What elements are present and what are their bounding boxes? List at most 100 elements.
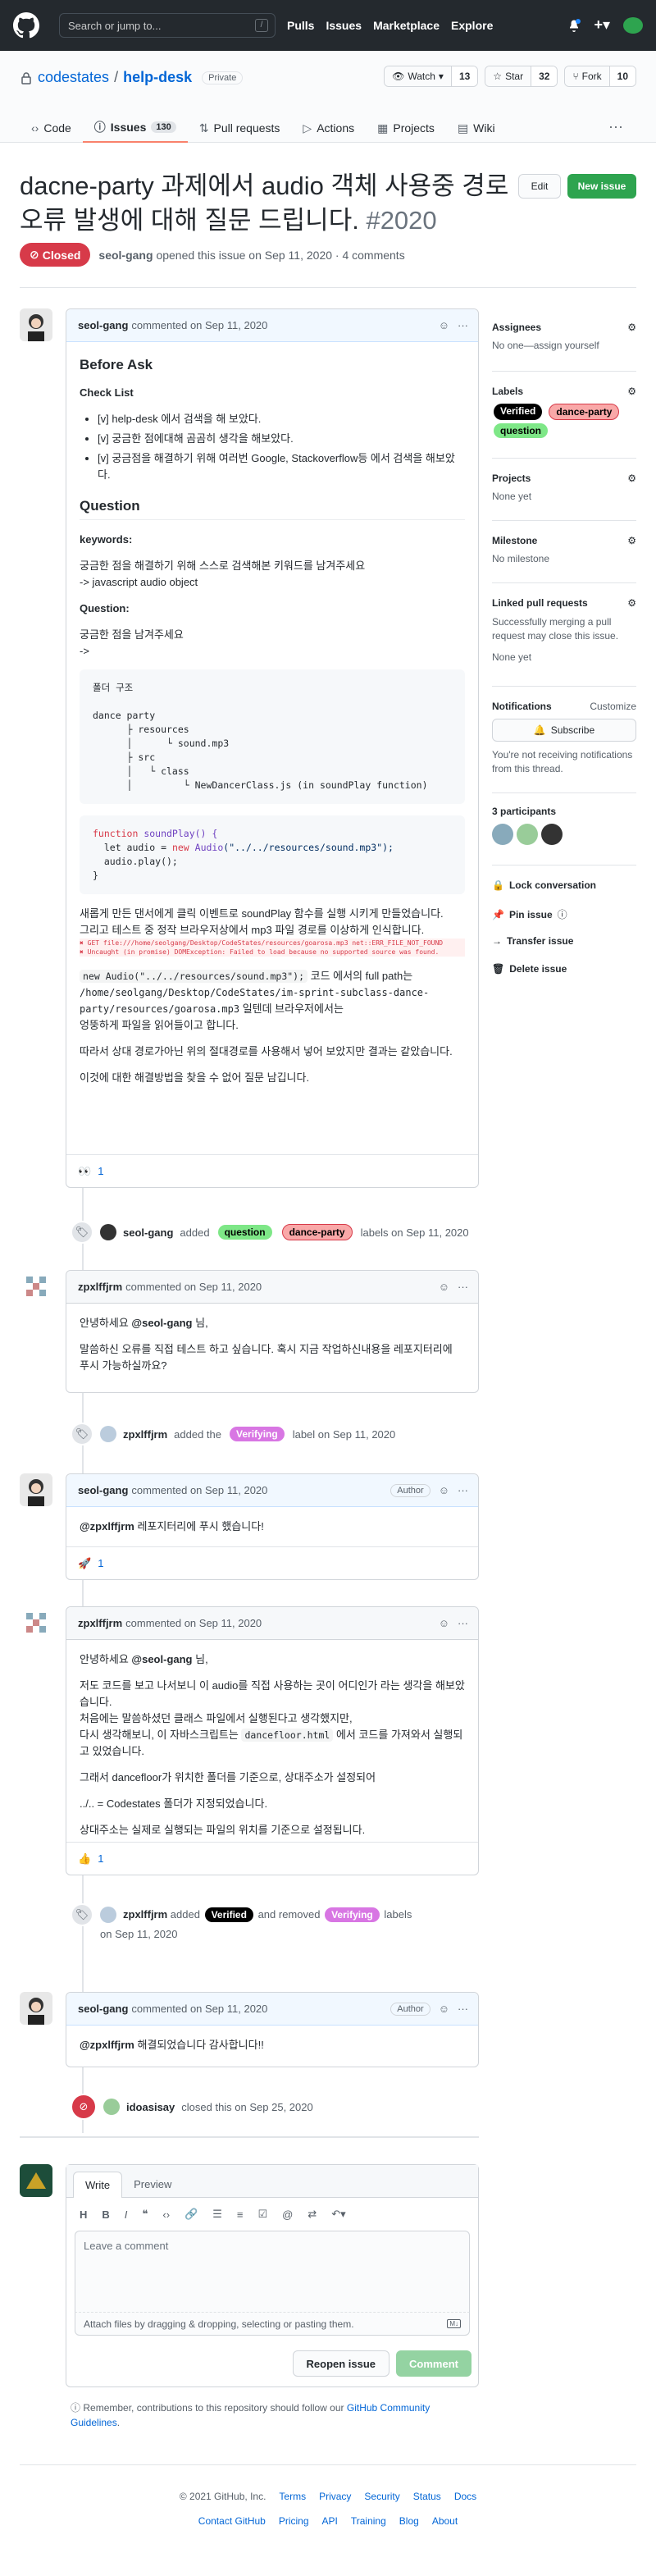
tab-projects[interactable]: ▦ Projects [366,113,446,143]
reaction-bar[interactable]: 🚀 1 [66,1546,478,1579]
comment-author[interactable]: seol-gang [78,2003,128,2015]
avatar[interactable] [100,1907,116,1923]
smiley-icon[interactable]: ☺ [439,2003,449,2015]
assignees-heading[interactable]: Assignees [492,322,541,333]
smiley-icon[interactable]: ☺ [439,319,449,331]
tab-actions[interactable]: ▷ Actions [291,113,366,143]
footer-link[interactable]: Privacy [319,2491,351,2502]
avatar[interactable] [100,1426,116,1442]
kebab-icon[interactable]: ··· [458,319,468,331]
tab-preview[interactable]: Preview [122,2172,183,2197]
footer-link[interactable]: Pricing [279,2515,309,2527]
avatar[interactable] [492,824,513,845]
italic-icon[interactable]: I [125,2208,128,2221]
avatar[interactable] [541,824,563,845]
event-user[interactable]: seol-gang [123,1226,173,1239]
gear-icon[interactable]: ⚙ [627,386,636,397]
cross-reference-icon[interactable]: ⇄ [308,2208,317,2221]
event-user[interactable]: zpxlffjrm [123,1428,167,1441]
kebab-icon[interactable]: ··· [458,1281,468,1293]
footer-link[interactable]: About [432,2515,458,2527]
link-icon[interactable]: 🔗 [184,2208,198,2221]
comment-author[interactable]: zpxlffjrm [78,1617,122,1629]
customize-link[interactable]: Customize [590,701,636,712]
quote-icon[interactable]: ❝ [142,2208,148,2221]
fork-button[interactable]: ⑂ Fork 10 [564,66,636,87]
more-icon[interactable]: ··· [608,118,623,135]
edit-button[interactable]: Edit [518,174,561,199]
issue-author[interactable]: seol-gang [98,249,153,262]
label-verifying[interactable]: Verifying [325,1907,380,1922]
comment-button[interactable]: Comment [396,2350,472,2377]
projects-heading[interactable]: Projects [492,473,531,484]
footer-link[interactable]: Blog [399,2515,419,2527]
fork-count[interactable]: 10 [609,66,636,86]
event-user[interactable]: zpxlffjrm [123,1908,167,1921]
subscribe-button[interactable]: 🔔 Subscribe [492,719,636,742]
gear-icon[interactable]: ⚙ [627,535,636,546]
github-logo-icon[interactable] [13,12,39,39]
label-verifying[interactable]: Verifying [230,1427,285,1441]
footer-link[interactable]: Training [351,2515,386,2527]
label-verified[interactable]: Verified [494,404,543,420]
code-icon[interactable]: ‹› [162,2208,170,2221]
bold-icon[interactable]: B [102,2208,109,2221]
star-count[interactable]: 32 [531,66,558,86]
reply-icon[interactable]: ↶▾ [331,2208,345,2221]
avatar[interactable] [20,1606,52,1639]
linked-prs-heading[interactable]: Linked pull requests [492,597,588,609]
label-verified[interactable]: Verified [204,1907,253,1922]
avatar[interactable] [20,1473,52,1506]
repo-owner-link[interactable]: codestates [38,69,109,86]
footer-link[interactable]: API [322,2515,338,2527]
nav-explore[interactable]: Explore [451,19,493,32]
star-button[interactable]: ☆ Star 32 [485,66,558,87]
assignees-value[interactable]: No one—assign yourself [492,340,636,351]
gear-icon[interactable]: ⚙ [627,597,636,609]
attach-files-bar[interactable]: Attach files by dragging & dropping, sel… [75,2313,470,2336]
footer-link[interactable]: Terms [279,2491,306,2502]
footer-link[interactable]: Contact GitHub [198,2515,266,2527]
mention-link[interactable]: @zpxlffjrm [80,2039,134,2051]
smiley-icon[interactable]: ☺ [439,1617,449,1629]
reopen-issue-button[interactable]: Reopen issue [292,2350,390,2377]
kebab-icon[interactable]: ··· [458,1617,468,1629]
comment-textarea[interactable]: Leave a comment [75,2231,470,2313]
bell-icon[interactable] [567,18,581,32]
label-dance-party[interactable]: dance-party [549,404,620,420]
tab-issues[interactable]: ⓘ Issues 130 [82,113,188,143]
label-question[interactable]: question [494,423,548,438]
markdown-icon[interactable]: M↓ [447,2319,461,2328]
labels-heading[interactable]: Labels [492,386,523,397]
mention-link[interactable]: @seol-gang [131,1653,192,1665]
comment-author[interactable]: zpxlffjrm [78,1281,122,1293]
pin-issue-action[interactable]: 📌 Pin issue ⓘ [492,907,567,921]
heading-icon[interactable]: H [80,2208,87,2221]
search-input[interactable]: Search or jump to... / [59,13,276,38]
bullet-list-icon[interactable]: ☰ [212,2208,222,2221]
comment-author[interactable]: seol-gang [78,1484,128,1496]
transfer-issue-action[interactable]: → Transfer issue [492,935,573,947]
footer-link[interactable]: Status [413,2491,441,2502]
avatar[interactable] [623,16,643,34]
nav-marketplace[interactable]: Marketplace [373,19,440,32]
avatar[interactable] [100,1224,116,1240]
footer-link[interactable]: Security [364,2491,399,2502]
numbered-list-icon[interactable]: ≡ [237,2208,244,2221]
comment-author[interactable]: seol-gang [78,319,128,331]
smiley-icon[interactable]: ☺ [439,1281,449,1293]
tab-code[interactable]: ‹› Code [20,113,83,143]
repo-name-link[interactable]: help-desk [123,69,192,86]
mention-link[interactable]: @zpxlffjrm [80,1520,134,1532]
task-list-icon[interactable]: ☑ [258,2208,268,2221]
reaction-bar[interactable]: 👀 1 [66,1154,478,1187]
avatar[interactable] [20,1992,52,2025]
avatar[interactable] [20,2164,52,2197]
nav-issues[interactable]: Issues [326,19,362,32]
tab-write[interactable]: Write [73,2172,123,2198]
avatar[interactable] [103,2099,120,2115]
plus-icon[interactable]: +▾ [594,16,610,34]
gear-icon[interactable]: ⚙ [627,473,636,484]
avatar[interactable] [20,308,52,341]
kebab-icon[interactable]: ··· [458,2003,468,2015]
